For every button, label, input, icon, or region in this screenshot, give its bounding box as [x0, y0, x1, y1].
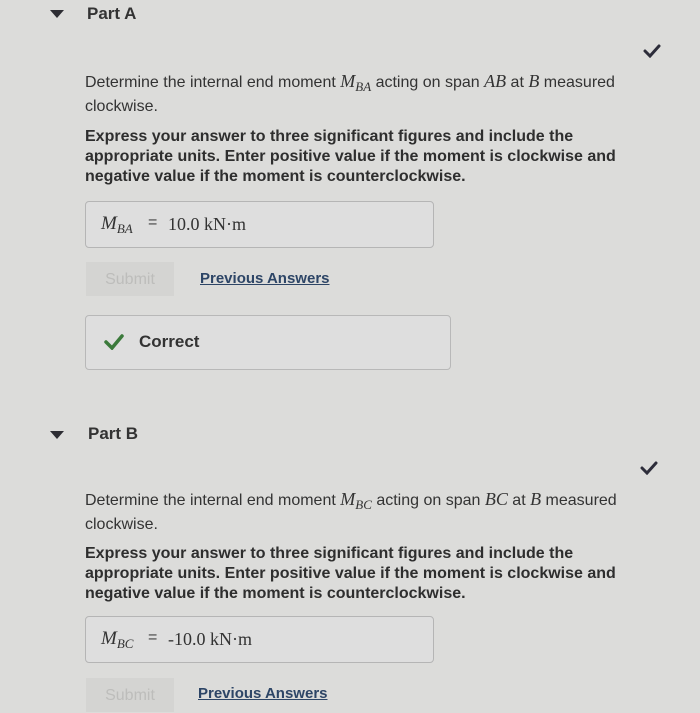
equals-sign: =: [148, 629, 158, 646]
part-b-title: Part B: [88, 424, 139, 443]
question-text: Determine the internal end moment: [85, 74, 341, 91]
moment-symbol: MBC: [340, 489, 372, 512]
correct-check-icon: [104, 334, 124, 350]
question-text: at: [506, 74, 529, 91]
point-symbol: B: [528, 71, 540, 91]
collapse-caret-icon[interactable]: [50, 431, 64, 439]
part-a-submit-button[interactable]: Submit: [86, 262, 174, 296]
question-text: acting on span: [371, 74, 485, 91]
answer-value[interactable]: -10.0 kN·m: [168, 629, 252, 650]
part-b-previous-answers-link[interactable]: Previous Answers: [198, 685, 328, 702]
answer-value[interactable]: 10.0 kN·m: [168, 214, 246, 235]
question-text: at: [507, 492, 531, 509]
span-symbol: BC: [484, 489, 508, 509]
span-symbol: AB: [484, 71, 507, 91]
part-b-question: Determine the internal end moment MBC ac…: [85, 489, 675, 535]
answer-label: MBA: [101, 213, 133, 236]
part-b-answer-field[interactable]: MBC = -10.0 kN·m: [85, 616, 434, 663]
part-b-header[interactable]: Part B: [0, 420, 700, 450]
part-a-question: Determine the internal end moment MBA ac…: [85, 71, 675, 117]
part-a-previous-answers-link[interactable]: Previous Answers: [200, 270, 330, 287]
part-a-header[interactable]: Part A: [0, 0, 700, 30]
part-a-instructions: Express your answer to three significant…: [85, 128, 616, 185]
part-a-title: Part A: [87, 4, 137, 23]
feedback-text: Correct: [139, 332, 200, 351]
moment-symbol: MBA: [340, 71, 372, 94]
equals-sign: =: [148, 214, 158, 231]
part-b-submit-button[interactable]: Submit: [86, 678, 174, 712]
point-symbol: B: [530, 489, 542, 509]
answer-label: MBC: [101, 628, 134, 651]
collapse-caret-icon[interactable]: [50, 10, 64, 18]
question-text: acting on span: [371, 492, 485, 509]
part-b-instructions: Express your answer to three significant…: [85, 545, 616, 602]
completed-check-icon: [643, 44, 661, 58]
completed-check-icon: [640, 461, 658, 475]
part-a-answer-field[interactable]: MBA = 10.0 kN·m: [85, 201, 434, 248]
question-text: Determine the internal end moment: [85, 492, 341, 509]
part-a-feedback-box: Correct: [85, 315, 451, 370]
